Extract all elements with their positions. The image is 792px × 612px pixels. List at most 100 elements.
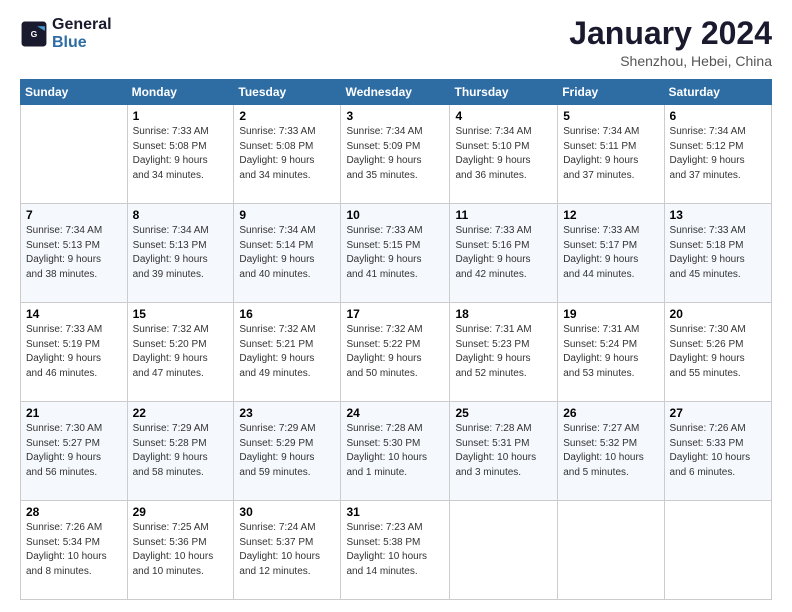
logo-text: General Blue <box>52 16 112 51</box>
calendar-cell: 31 Sunrise: 7:23 AMSunset: 5:38 PMDayligh… <box>341 501 450 600</box>
calendar-cell: 4 Sunrise: 7:34 AMSunset: 5:10 PMDaylight… <box>450 105 558 204</box>
day-info: Sunrise: 7:34 AMSunset: 5:11 PMDaylight:… <box>563 125 658 183</box>
day-info: Sunrise: 7:34 AMSunset: 5:10 PMDaylight:… <box>455 125 552 183</box>
day-number: 22 <box>133 406 229 420</box>
calendar-cell <box>558 501 664 600</box>
day-info: Sunrise: 7:33 AMSunset: 5:08 PMDaylight:… <box>133 125 229 183</box>
calendar-cell: 26Sunrise: 7:27 AMSunset: 5:32 PMDayligh… <box>558 402 664 501</box>
day-number: 7 <box>26 208 122 222</box>
day-number: 20 <box>670 307 766 321</box>
day-number: 4 <box>455 109 552 123</box>
day-info: Sunrise: 7:31 AMSunset: 5:23 PMDaylight:… <box>455 323 552 381</box>
day-info: Sunrise: 7:33 AMSunset: 5:15 PMDaylight:… <box>346 224 444 282</box>
day-info: Sunrise: 7:26 AMSunset: 5:34 PMDaylight:… <box>26 521 122 579</box>
day-number: 12 <box>563 208 658 222</box>
day-info: Sunrise: 7:34 AMSunset: 5:12 PMDaylight:… <box>670 125 766 183</box>
calendar-cell: 17 Sunrise: 7:32 AMSunset: 5:22 PMDayligh… <box>341 303 450 402</box>
day-info: Sunrise: 7:33 AMSunset: 5:18 PMDaylight:… <box>670 224 766 282</box>
day-number: 9 <box>239 208 335 222</box>
month-title: January 2024 <box>569 16 772 51</box>
svg-text:G: G <box>31 29 38 39</box>
calendar-page: G General Blue January 2024 Shenzhou, He… <box>0 0 792 612</box>
calendar-cell <box>21 105 128 204</box>
day-number: 2 <box>239 109 335 123</box>
day-info: Sunrise: 7:28 AMSunset: 5:30 PMDaylight:… <box>346 422 444 480</box>
calendar-cell: 28 Sunrise: 7:26 AMSunset: 5:34 PMDayligh… <box>21 501 128 600</box>
day-number: 1 <box>133 109 229 123</box>
col-tuesday: Tuesday <box>234 80 341 105</box>
calendar-cell: 20 Sunrise: 7:30 AMSunset: 5:26 PMDayligh… <box>664 303 771 402</box>
day-info: Sunrise: 7:34 AMSunset: 5:13 PMDaylight:… <box>133 224 229 282</box>
day-info: Sunrise: 7:25 AMSunset: 5:36 PMDaylight:… <box>133 521 229 579</box>
day-number: 28 <box>26 505 122 519</box>
location-subtitle: Shenzhou, Hebei, China <box>569 53 772 69</box>
col-thursday: Thursday <box>450 80 558 105</box>
day-number: 13 <box>670 208 766 222</box>
day-info: Sunrise: 7:34 AMSunset: 5:14 PMDaylight:… <box>239 224 335 282</box>
calendar-cell: 1 Sunrise: 7:33 AMSunset: 5:08 PMDaylight… <box>127 105 234 204</box>
calendar-cell: 22 Sunrise: 7:29 AMSunset: 5:28 PMDayligh… <box>127 402 234 501</box>
calendar-table: Sunday Monday Tuesday Wednesday Thursday… <box>20 79 772 600</box>
day-info: Sunrise: 7:23 AMSunset: 5:38 PMDaylight:… <box>346 521 444 579</box>
calendar-week-row: 1 Sunrise: 7:33 AMSunset: 5:08 PMDaylight… <box>21 105 772 204</box>
day-info: Sunrise: 7:24 AMSunset: 5:37 PMDaylight:… <box>239 521 335 579</box>
day-number: 8 <box>133 208 229 222</box>
calendar-cell: 19Sunrise: 7:31 AMSunset: 5:24 PMDayligh… <box>558 303 664 402</box>
day-number: 5 <box>563 109 658 123</box>
day-number: 30 <box>239 505 335 519</box>
calendar-cell <box>450 501 558 600</box>
day-info: Sunrise: 7:32 AMSunset: 5:22 PMDaylight:… <box>346 323 444 381</box>
day-number: 21 <box>26 406 122 420</box>
calendar-cell: 29Sunrise: 7:25 AMSunset: 5:36 PMDayligh… <box>127 501 234 600</box>
calendar-cell: 25 Sunrise: 7:28 AMSunset: 5:31 PMDayligh… <box>450 402 558 501</box>
day-number: 31 <box>346 505 444 519</box>
page-header: G General Blue January 2024 Shenzhou, He… <box>20 16 772 69</box>
calendar-cell: 24 Sunrise: 7:28 AMSunset: 5:30 PMDayligh… <box>341 402 450 501</box>
day-info: Sunrise: 7:34 AMSunset: 5:13 PMDaylight:… <box>26 224 122 282</box>
calendar-cell: 16Sunrise: 7:32 AMSunset: 5:21 PMDayligh… <box>234 303 341 402</box>
calendar-cell: 8 Sunrise: 7:34 AMSunset: 5:13 PMDaylight… <box>127 204 234 303</box>
day-info: Sunrise: 7:30 AMSunset: 5:26 PMDaylight:… <box>670 323 766 381</box>
header-row: Sunday Monday Tuesday Wednesday Thursday… <box>21 80 772 105</box>
logo-icon: G <box>20 20 48 48</box>
day-info: Sunrise: 7:33 AMSunset: 5:17 PMDaylight:… <box>563 224 658 282</box>
day-info: Sunrise: 7:33 AMSunset: 5:16 PMDaylight:… <box>455 224 552 282</box>
calendar-cell: 7 Sunrise: 7:34 AMSunset: 5:13 PMDaylight… <box>21 204 128 303</box>
col-friday: Friday <box>558 80 664 105</box>
day-info: Sunrise: 7:30 AMSunset: 5:27 PMDaylight:… <box>26 422 122 480</box>
col-sunday: Sunday <box>21 80 128 105</box>
day-number: 15 <box>133 307 229 321</box>
day-number: 24 <box>346 406 444 420</box>
day-info: Sunrise: 7:32 AMSunset: 5:20 PMDaylight:… <box>133 323 229 381</box>
calendar-cell: 3 Sunrise: 7:34 AMSunset: 5:09 PMDaylight… <box>341 105 450 204</box>
calendar-cell: 11 Sunrise: 7:33 AMSunset: 5:16 PMDayligh… <box>450 204 558 303</box>
calendar-cell: 15 Sunrise: 7:32 AMSunset: 5:20 PMDayligh… <box>127 303 234 402</box>
calendar-cell: 12 Sunrise: 7:33 AMSunset: 5:17 PMDayligh… <box>558 204 664 303</box>
calendar-week-row: 28 Sunrise: 7:26 AMSunset: 5:34 PMDayligh… <box>21 501 772 600</box>
day-number: 16 <box>239 307 335 321</box>
calendar-week-row: 14Sunrise: 7:33 AMSunset: 5:19 PMDayligh… <box>21 303 772 402</box>
day-number: 11 <box>455 208 552 222</box>
day-info: Sunrise: 7:29 AMSunset: 5:29 PMDaylight:… <box>239 422 335 480</box>
day-number: 23 <box>239 406 335 420</box>
day-info: Sunrise: 7:34 AMSunset: 5:09 PMDaylight:… <box>346 125 444 183</box>
calendar-cell: 27Sunrise: 7:26 AMSunset: 5:33 PMDayligh… <box>664 402 771 501</box>
col-wednesday: Wednesday <box>341 80 450 105</box>
day-number: 3 <box>346 109 444 123</box>
calendar-cell: 30 Sunrise: 7:24 AMSunset: 5:37 PMDayligh… <box>234 501 341 600</box>
day-info: Sunrise: 7:26 AMSunset: 5:33 PMDaylight:… <box>670 422 766 480</box>
day-info: Sunrise: 7:29 AMSunset: 5:28 PMDaylight:… <box>133 422 229 480</box>
calendar-cell: 2Sunrise: 7:33 AMSunset: 5:08 PMDaylight… <box>234 105 341 204</box>
day-info: Sunrise: 7:28 AMSunset: 5:31 PMDaylight:… <box>455 422 552 480</box>
logo: G General Blue <box>20 16 112 51</box>
day-number: 10 <box>346 208 444 222</box>
day-number: 25 <box>455 406 552 420</box>
day-number: 18 <box>455 307 552 321</box>
day-info: Sunrise: 7:31 AMSunset: 5:24 PMDaylight:… <box>563 323 658 381</box>
calendar-cell: 23 Sunrise: 7:29 AMSunset: 5:29 PMDayligh… <box>234 402 341 501</box>
day-number: 17 <box>346 307 444 321</box>
calendar-cell: 21 Sunrise: 7:30 AMSunset: 5:27 PMDayligh… <box>21 402 128 501</box>
calendar-cell: 5 Sunrise: 7:34 AMSunset: 5:11 PMDaylight… <box>558 105 664 204</box>
calendar-cell: 6Sunrise: 7:34 AMSunset: 5:12 PMDaylight… <box>664 105 771 204</box>
calendar-cell <box>664 501 771 600</box>
